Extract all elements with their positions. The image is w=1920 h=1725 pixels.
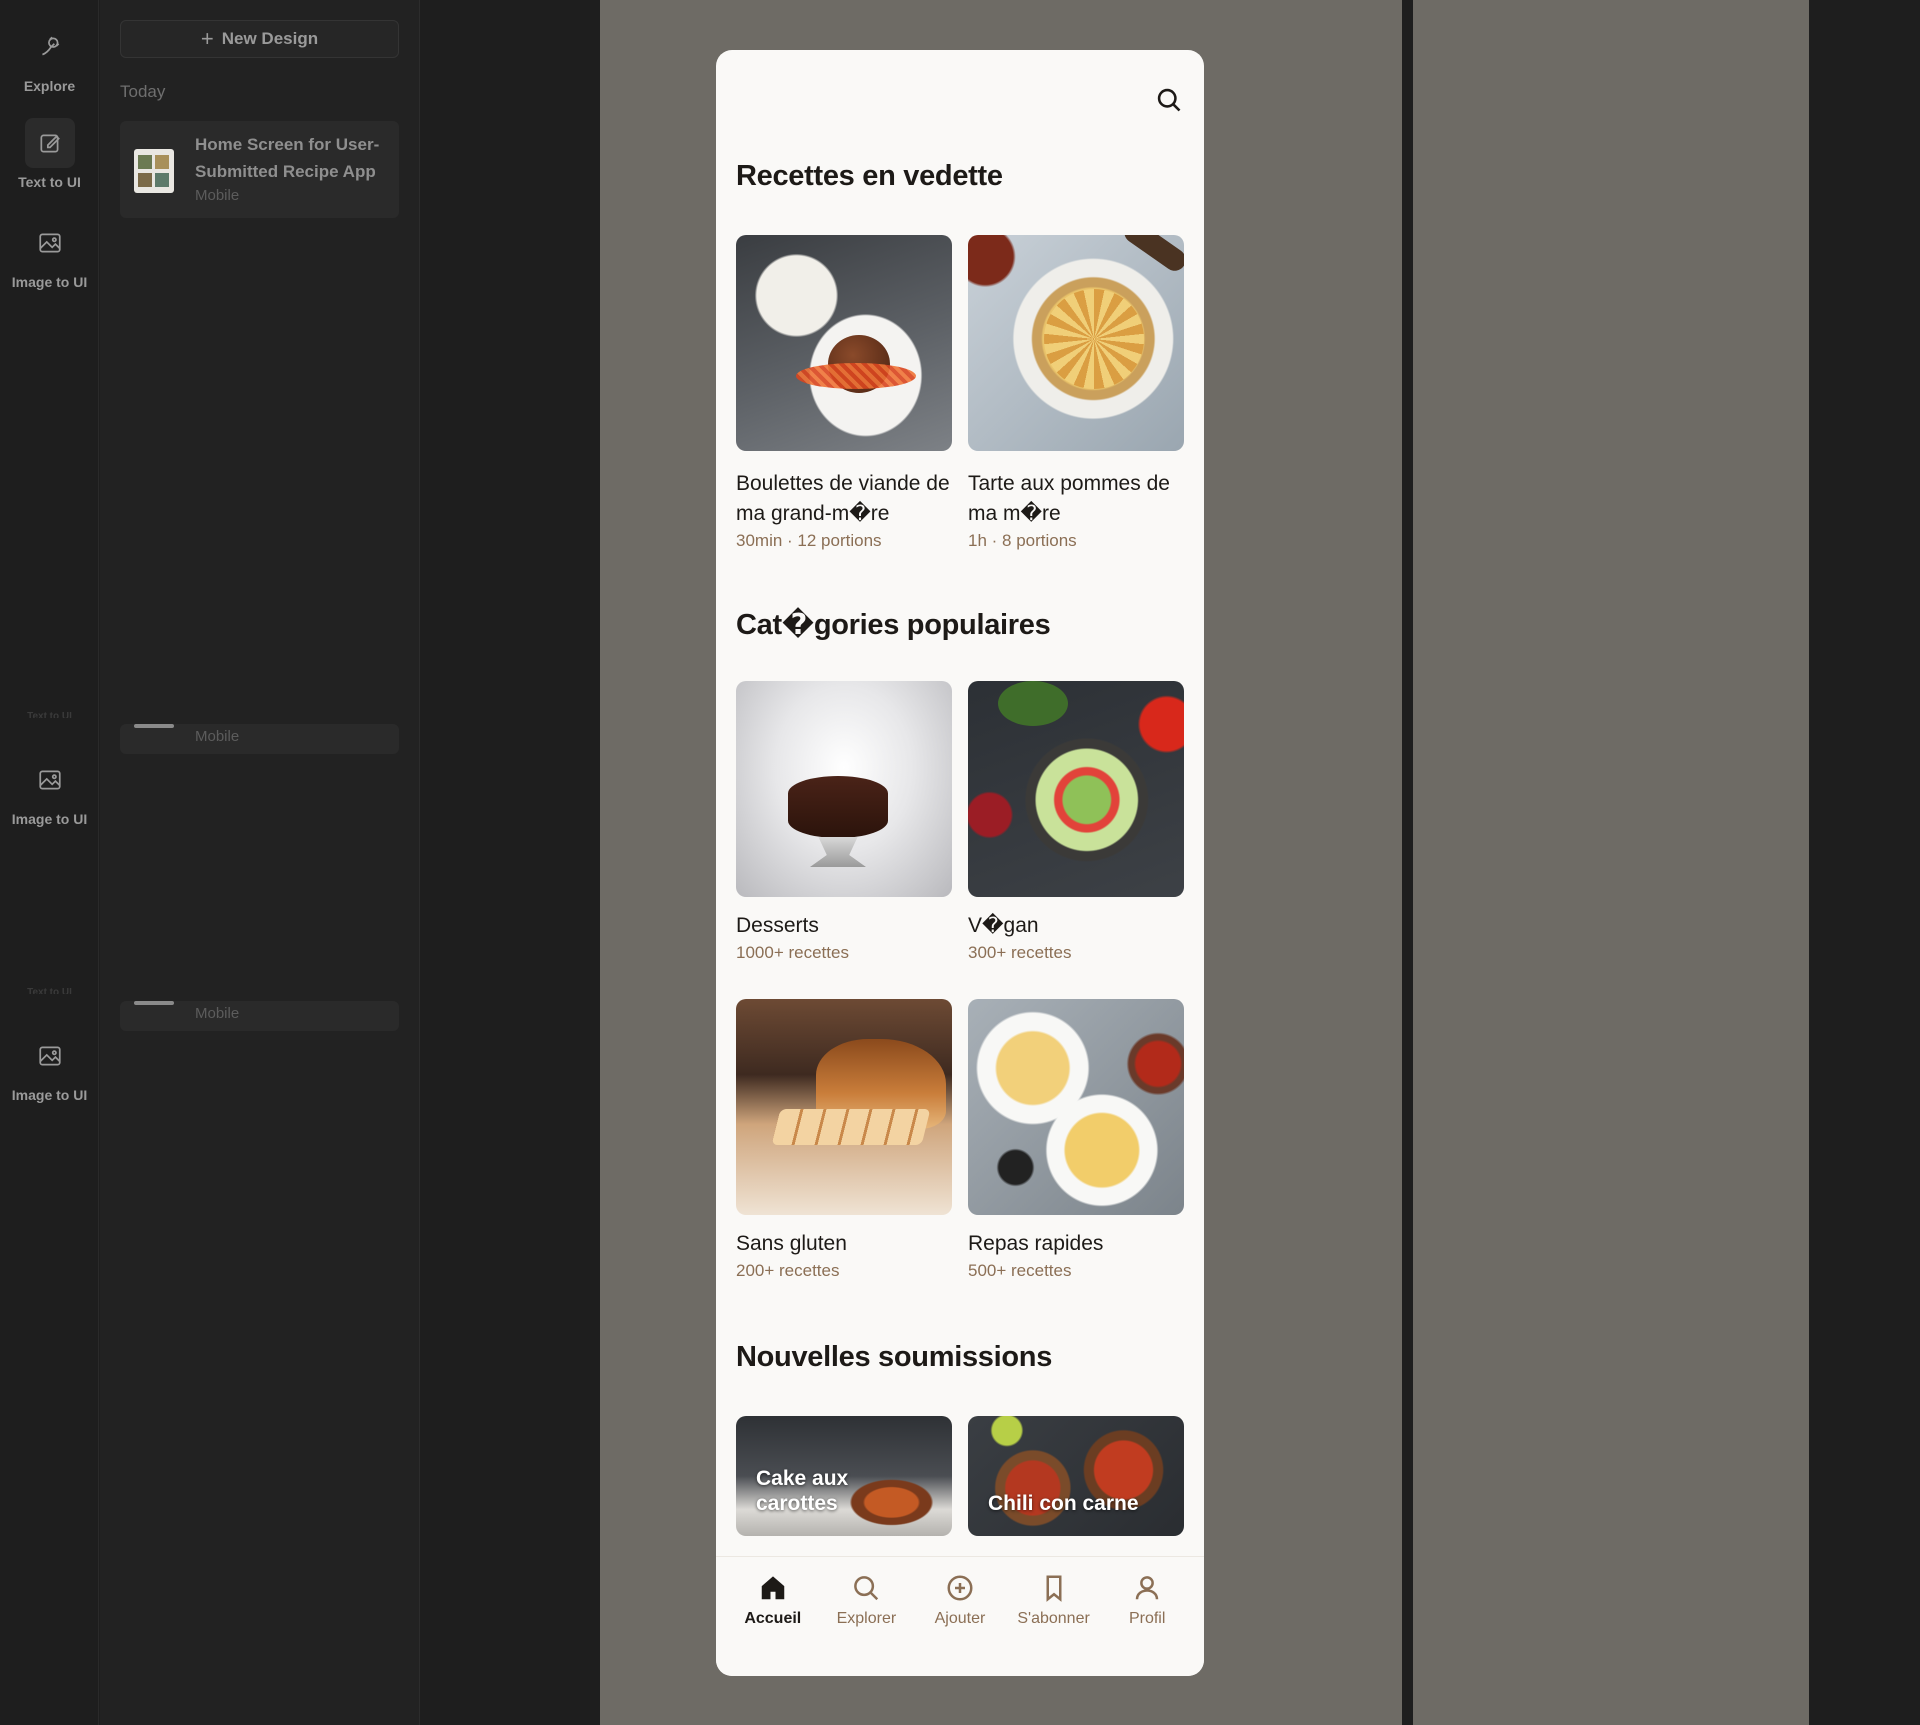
tab-ajouter[interactable]: Ajouter [915, 1557, 1005, 1676]
ghost-label: Text to UI [27, 988, 72, 994]
rail-ghost-text-to-ui-2: Text to UI [0, 988, 99, 994]
rail-text-to-ui[interactable]: Text to UI [0, 118, 99, 190]
history-section-today: Today [120, 82, 166, 101]
history-card-platform: Mobile [195, 187, 240, 204]
category-card[interactable]: Sans gluten 200+ recettes [736, 999, 952, 1281]
tab-profil[interactable]: Profil [1102, 1557, 1192, 1676]
edit-icon [24, 118, 75, 168]
history-card[interactable]: Mobile [120, 724, 399, 754]
image-icon [25, 755, 75, 805]
tab-explorer[interactable]: Explorer [821, 1557, 911, 1676]
submission-title: Cake aux carottes [756, 1467, 849, 1515]
search-button[interactable] [1152, 83, 1186, 117]
category-card[interactable]: Desserts 1000+ recettes [736, 681, 952, 963]
category-image [968, 999, 1184, 1215]
category-count: 300+ recettes [968, 943, 1072, 962]
recipe-meta: 1h · 8 portions [968, 531, 1077, 550]
categories-title: Cat�gories populaires [736, 609, 1051, 641]
category-image [968, 681, 1184, 897]
category-title: Desserts [736, 914, 819, 937]
add-circle-icon [947, 1575, 973, 1601]
search-icon [854, 1576, 879, 1601]
rail-ghost-text-to-ui: Text to UI [0, 712, 99, 718]
bookmark-icon [1046, 1575, 1062, 1602]
history-panel: + New Design Today Home Screen for User-… [100, 0, 420, 1725]
tab-accueil[interactable]: Accueil [728, 1557, 818, 1676]
category-title: V�gan [968, 914, 1039, 937]
tab-label: S'abonner [1017, 1610, 1090, 1627]
history-card-platform: Mobile [195, 1005, 240, 1022]
rail-explore[interactable]: Explore [0, 22, 99, 94]
category-card[interactable]: Repas rapides 500+ recettes [968, 999, 1184, 1281]
history-card-platform: Mobile [195, 728, 240, 745]
image-icon [25, 218, 75, 268]
history-card[interactable]: Home Screen for User-Submitted Recipe Ap… [120, 121, 399, 218]
plus-icon: + [200, 26, 214, 51]
category-count: 200+ recettes [736, 1261, 840, 1280]
category-title: Repas rapides [968, 1232, 1104, 1255]
history-card[interactable]: Mobile [120, 1001, 399, 1031]
search-icon [1157, 88, 1181, 112]
category-count: 500+ recettes [968, 1261, 1072, 1280]
new-design-button[interactable]: + New Design [120, 20, 399, 58]
submission-card[interactable]: Cake aux carottes [736, 1416, 952, 1536]
tool-rail: Explore Text to UI Image to UI Text to U… [0, 0, 99, 1725]
user-icon [1135, 1576, 1159, 1600]
design-thumbnail [134, 149, 174, 193]
category-card[interactable]: V�gan 300+ recettes [968, 681, 1184, 963]
ghost-label: Text to UI [27, 712, 72, 718]
category-count: 1000+ recettes [736, 943, 849, 962]
rail-image-to-ui-ghost-2[interactable]: Image to UI [0, 1031, 99, 1103]
recipe-card[interactable]: Tarte aux pommes de ma m�re 1h · 8 porti… [968, 235, 1184, 551]
recipe-card[interactable]: Boulettes de viande de ma grand-m�re 30m… [736, 235, 952, 551]
rail-image-to-ui-label: Image to UI [11, 1087, 88, 1103]
explore-icon [25, 22, 75, 72]
tab-label: Accueil [744, 1610, 802, 1627]
design-thumbnail [134, 1001, 174, 1005]
recipe-image [968, 235, 1184, 451]
rail-image-to-ui-ghost-1[interactable]: Image to UI [0, 755, 99, 827]
history-card-title: Home Screen for User-Submitted Recipe Ap… [195, 135, 380, 181]
tab-label: Profil [1128, 1610, 1166, 1627]
recipe-image [736, 235, 952, 451]
rail-explore-label: Explore [23, 78, 76, 94]
rail-image-to-ui-label: Image to UI [11, 811, 88, 827]
phone-frame[interactable]: Recettes en vedette Boulettes de viande … [716, 50, 1204, 1676]
category-image [736, 999, 952, 1215]
home-icon [761, 1576, 785, 1600]
recipe-title: Tarte aux pommes de ma m�re [968, 472, 1170, 525]
submissions-title: Nouvelles soumissions [736, 1341, 1053, 1373]
new-design-label: New Design [221, 29, 319, 48]
tab-label: Explorer [836, 1610, 897, 1627]
bottom-nav: Accueil Explorer Ajouter S'abonner Profi… [716, 1556, 1204, 1676]
category-title: Sans gluten [736, 1232, 847, 1255]
recipe-title: Boulettes de viande de ma grand-m�re [736, 472, 950, 525]
recipe-meta: 30min · 12 portions [736, 531, 882, 550]
category-image [736, 681, 952, 897]
rail-image-to-ui[interactable]: Image to UI [0, 218, 99, 290]
submission-card[interactable]: Chili con carne [968, 1416, 1184, 1536]
image-icon [25, 1031, 75, 1081]
featured-title: Recettes en vedette [736, 160, 1003, 192]
tab-label: Ajouter [934, 1610, 986, 1627]
rail-text-to-ui-label: Text to UI [18, 174, 81, 190]
design-thumbnail [134, 724, 174, 728]
submission-title: Chili con carne [988, 1492, 1139, 1515]
tab-sabonner[interactable]: S'abonner [1009, 1557, 1099, 1676]
rail-image-to-ui-label: Image to UI [11, 274, 88, 290]
canvas-column [1413, 0, 1809, 1725]
